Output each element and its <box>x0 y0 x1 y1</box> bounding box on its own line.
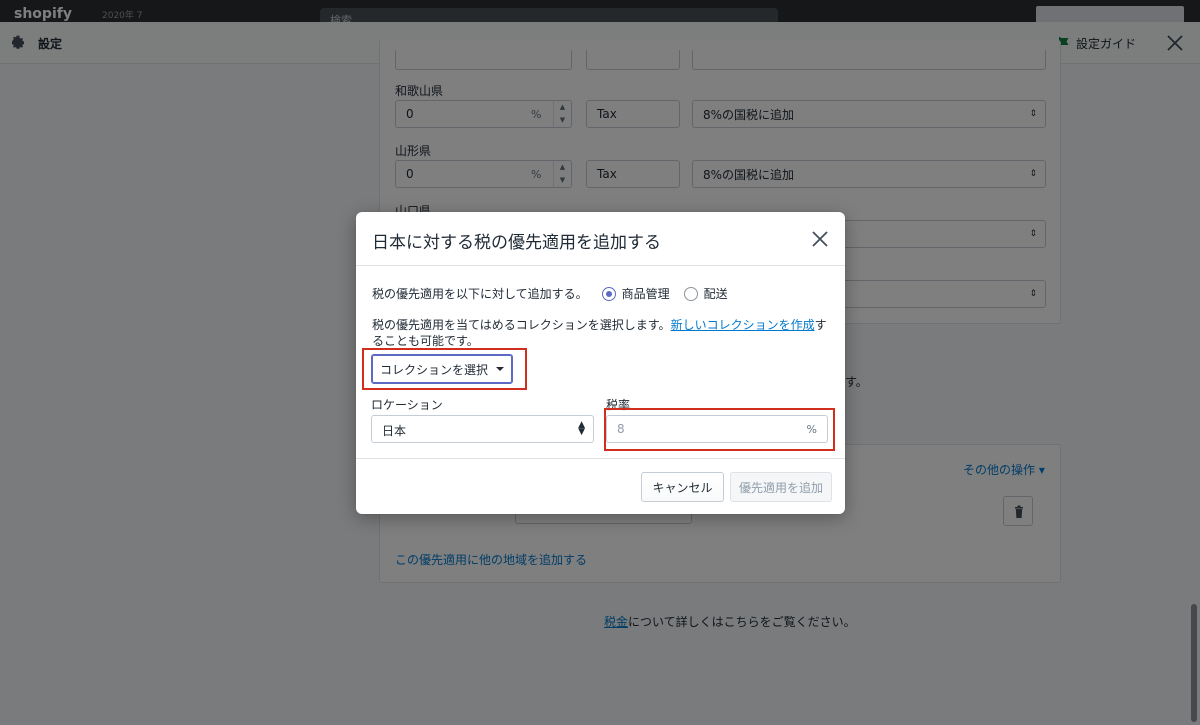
apply-to-label: 税の優先適用を以下に対して追加する。 <box>372 287 588 301</box>
radio-shipping-label: 配送 <box>703 287 728 301</box>
percent-unit: % <box>806 423 817 436</box>
radio-button-checked[interactable] <box>601 286 616 301</box>
caret-down-icon <box>496 367 504 371</box>
select-collection-button[interactable]: コレクションを選択 <box>371 354 513 384</box>
create-collection-link[interactable]: 新しいコレクションを作成 <box>671 318 815 332</box>
select-arrows-icon: ▲ ▼ <box>578 420 585 437</box>
radio-shipping[interactable]: 配送 <box>683 285 728 302</box>
cancel-button[interactable]: キャンセル <box>641 472 724 502</box>
add-override-button[interactable]: 優先適用を追加 <box>730 472 832 502</box>
tax-rate-input[interactable]: 8 % <box>606 415 828 443</box>
location-label: ロケーション <box>371 398 443 412</box>
rate-label: 税率 <box>606 398 631 412</box>
radio-products-label: 商品管理 <box>621 287 670 301</box>
apply-to-row: 税の優先適用を以下に対して追加する。 商品管理 配送 <box>372 285 728 302</box>
desc-text-before: 税の優先適用を当てはめるコレクションを選択します。 <box>372 318 671 332</box>
modal-header: 日本に対する税の優先適用を追加する <box>356 212 845 266</box>
location-value: 日本 <box>382 424 407 438</box>
radio-products[interactable]: 商品管理 <box>601 285 670 302</box>
tax-override-modal: 日本に対する税の優先適用を追加する 税の優先適用を以下に対して追加する。 商品管… <box>356 212 845 514</box>
location-select[interactable]: 日本 ▲ ▼ <box>371 415 594 443</box>
modal-title: 日本に対する税の優先適用を追加する <box>372 233 661 253</box>
footer-divider <box>356 458 845 459</box>
collection-description: 税の優先適用を当てはめるコレクションを選択します。新しいコレクションを作成するこ… <box>372 317 830 349</box>
select-collection-label: コレクションを選択 <box>379 362 488 377</box>
close-icon[interactable] <box>811 230 829 248</box>
tax-rate-placeholder: 8 <box>617 422 625 436</box>
radio-button[interactable] <box>683 286 698 301</box>
